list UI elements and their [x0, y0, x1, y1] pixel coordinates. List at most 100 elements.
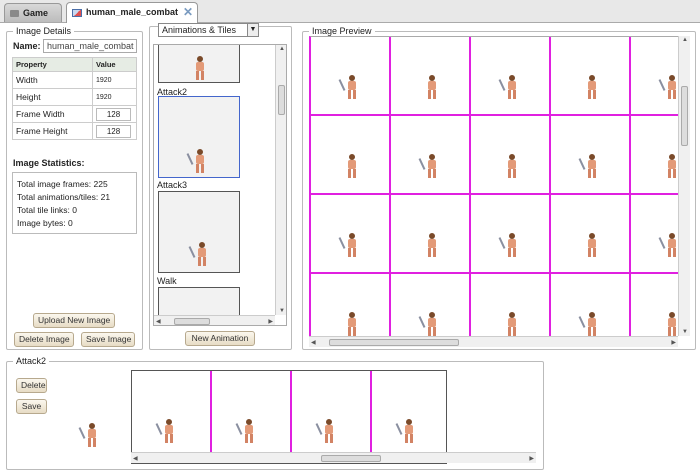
sprite-image: [578, 312, 599, 336]
scroll-up-icon[interactable]: ▲: [279, 46, 285, 52]
scroll-right-icon[interactable]: ▶: [268, 318, 273, 325]
animation-label[interactable]: Walk: [157, 276, 177, 286]
animation-list-vertical-scrollbar[interactable]: ▲ ▼: [275, 45, 286, 315]
animation-editor-legend: Attack2: [16, 356, 47, 366]
tab-game-label: Game: [23, 8, 49, 18]
save-animation-button[interactable]: Save: [16, 399, 47, 414]
save-image-button[interactable]: Save Image: [81, 332, 135, 347]
sprite-image: [585, 233, 599, 257]
animation-frame-cell[interactable]: [372, 371, 446, 453]
image-preview-canvas[interactable]: [309, 36, 690, 336]
animation-frame-attack3[interactable]: [158, 191, 240, 273]
property-value: 1920: [92, 71, 137, 89]
sprite-frame-cell[interactable]: [311, 116, 391, 195]
scrollbar-thumb[interactable]: [174, 318, 210, 325]
sprite-image: [578, 154, 599, 178]
sprite-image: [188, 242, 209, 266]
frame-height-input[interactable]: 128: [96, 124, 131, 138]
sprite-image: [193, 56, 207, 80]
scroll-down-icon[interactable]: ▼: [279, 308, 285, 314]
tab-human-male-combat-label: human_male_combat: [86, 7, 179, 17]
property-name: Width: [12, 71, 93, 89]
folder-icon: [10, 10, 19, 18]
scrollbar-thumb[interactable]: [681, 86, 688, 146]
animation-frames-strip[interactable]: [131, 370, 447, 464]
frame-width-input[interactable]: 128: [96, 107, 131, 121]
new-animation-button[interactable]: New Animation: [185, 331, 255, 346]
tab-bar: Game human_male_combat ✕: [0, 0, 700, 23]
property-column-header: Property: [12, 57, 93, 72]
stat-line: Total image frames: 225: [17, 179, 108, 189]
stat-line: Total tile links: 0: [17, 205, 77, 215]
animation-list: Attack2 Attack3 Walk ▲ ▼ ◀ ▶: [153, 44, 287, 326]
sprite-image: [418, 312, 439, 336]
image-preview-legend: Image Preview: [312, 26, 372, 36]
sprite-frame-cell[interactable]: [391, 116, 471, 195]
delete-image-button[interactable]: Delete Image: [14, 332, 74, 347]
sprite-frame-cell[interactable]: [471, 37, 551, 116]
stat-line: Total animations/tiles: 21: [17, 192, 111, 202]
sprite-image: [585, 75, 599, 99]
frames-horizontal-scrollbar[interactable]: ◀ ▶: [131, 452, 536, 463]
animation-frame-cell[interactable]: [292, 371, 372, 453]
sprite-frame-cell[interactable]: [471, 195, 551, 274]
image-icon: [72, 8, 82, 17]
sprite-frame-cell[interactable]: [471, 116, 551, 195]
scroll-down-icon[interactable]: ▼: [682, 329, 688, 335]
scroll-right-icon[interactable]: ▶: [529, 455, 534, 462]
preview-vertical-scrollbar[interactable]: ▲ ▼: [678, 36, 690, 336]
property-name: Height: [12, 88, 93, 106]
animation-list-horizontal-scrollbar[interactable]: ◀ ▶: [154, 315, 275, 325]
animations-dropdown[interactable]: Animations & Tiles ▼: [158, 23, 259, 37]
sprite-image: [235, 419, 256, 443]
sprite-image: [186, 149, 207, 173]
sprite-image: [345, 312, 359, 336]
sprite-image: [395, 419, 416, 443]
scroll-up-icon[interactable]: ▲: [682, 37, 688, 43]
sprite-frame-cell[interactable]: [551, 274, 631, 336]
upload-new-image-button[interactable]: Upload New Image: [33, 313, 115, 328]
tab-human-male-combat[interactable]: human_male_combat ✕: [66, 2, 198, 23]
animation-label[interactable]: Attack3: [157, 180, 187, 190]
scroll-left-icon[interactable]: ◀: [156, 318, 161, 325]
table-row: Height 1920: [12, 88, 137, 106]
scroll-right-icon[interactable]: ▶: [671, 339, 676, 346]
sprite-image: [658, 75, 679, 99]
scroll-left-icon[interactable]: ◀: [311, 339, 316, 346]
scroll-left-icon[interactable]: ◀: [133, 455, 138, 462]
sprite-frame-cell[interactable]: [471, 274, 551, 336]
scrollbar-thumb[interactable]: [321, 455, 381, 462]
property-name: Frame Height: [12, 122, 93, 140]
tab-game[interactable]: Game: [4, 3, 62, 22]
sprite-frame-cell[interactable]: [311, 37, 391, 116]
animation-preview-sprite: [78, 423, 99, 447]
image-statistics-title: Image Statistics:: [13, 158, 85, 168]
animation-frame-attack2[interactable]: [158, 96, 240, 178]
sprite-frame-cell[interactable]: [551, 195, 631, 274]
property-value: 1920: [92, 88, 137, 106]
animation-frame-cell[interactable]: [132, 371, 212, 453]
sprite-image: [498, 75, 519, 99]
sprite-frame-cell[interactable]: [391, 195, 471, 274]
property-name: Frame Width: [12, 105, 93, 123]
delete-animation-button[interactable]: Delete: [16, 378, 47, 393]
sprite-image: [425, 75, 439, 99]
sprite-image: [338, 75, 359, 99]
sprite-frame-cell[interactable]: [311, 274, 391, 336]
sprite-frame-cell[interactable]: [311, 195, 391, 274]
sprite-frame-cell[interactable]: [391, 37, 471, 116]
sprite-image: [658, 233, 679, 257]
animation-frame-cell[interactable]: [212, 371, 292, 453]
chevron-down-icon: ▼: [247, 24, 258, 36]
animations-dropdown-value: Animations & Tiles: [162, 25, 237, 35]
preview-horizontal-scrollbar[interactable]: ◀ ▶: [309, 336, 678, 347]
sprite-frame-cell[interactable]: [551, 37, 631, 116]
scrollbar-thumb[interactable]: [278, 85, 285, 115]
sprite-frame-cell[interactable]: [551, 116, 631, 195]
close-tab-icon[interactable]: ✕: [183, 6, 193, 18]
sprite-frame-cell[interactable]: [391, 274, 471, 336]
image-details-legend: Image Details: [16, 26, 72, 36]
animation-frame-previous[interactable]: [158, 45, 240, 83]
name-input[interactable]: human_male_combat: [43, 39, 137, 53]
scrollbar-thumb[interactable]: [329, 339, 459, 346]
